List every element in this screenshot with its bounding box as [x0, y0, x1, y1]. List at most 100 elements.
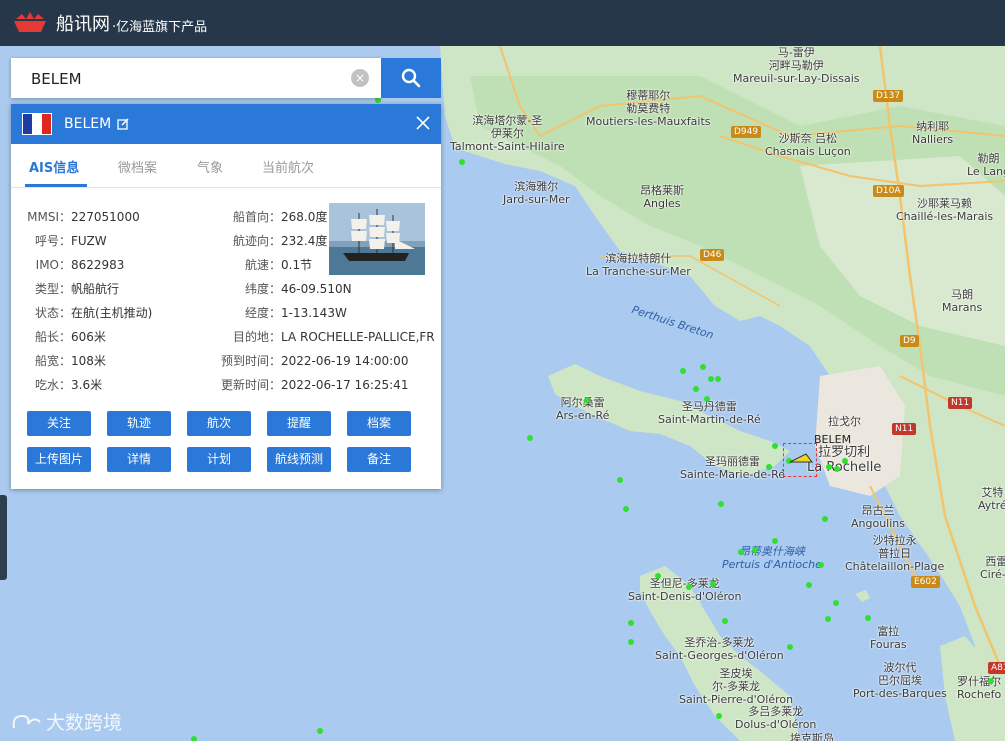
- ship-marker[interactable]: [191, 736, 197, 741]
- action-button[interactable]: 详情: [107, 447, 171, 472]
- ship-marker[interactable]: [988, 678, 994, 684]
- action-button[interactable]: 备注: [347, 447, 411, 472]
- map-label: 滨海塔尔蒙-圣 伊莱尔 Talmont-Saint-Hilaire: [450, 114, 565, 153]
- france-flag-icon: [22, 113, 52, 135]
- tab-micro-archive[interactable]: 微档案: [118, 157, 157, 176]
- road-tag: A83: [988, 662, 1005, 674]
- ship-marker[interactable]: [752, 547, 758, 553]
- ship-marker[interactable]: [710, 581, 716, 587]
- info-row: MMSI：227051000: [23, 208, 140, 225]
- target-ship-icon[interactable]: [786, 448, 816, 470]
- ship-marker[interactable]: [716, 713, 722, 719]
- info-value: 2022-06-17 16:25:41: [281, 378, 409, 392]
- ship-marker[interactable]: [655, 573, 661, 579]
- map-label: 穆蒂耶尔 勒莫费特 Moutiers-les-Mauxfaits: [586, 89, 711, 128]
- ship-photo[interactable]: [329, 203, 425, 275]
- info-row: 纬度：46-09.510N: [209, 280, 352, 297]
- ship-marker[interactable]: [628, 639, 634, 645]
- search-icon: [401, 68, 421, 88]
- info-label: 航速：: [244, 258, 281, 272]
- action-button[interactable]: 航次: [187, 411, 251, 436]
- map-label: 昂格莱斯 Angles: [640, 184, 684, 210]
- info-row: IMO：8622983: [23, 256, 125, 273]
- ship-marker[interactable]: [693, 386, 699, 392]
- action-button[interactable]: 关注: [27, 411, 91, 436]
- map-label: 西雷Ciré-d: [980, 555, 1005, 581]
- info-value: 227051000: [71, 210, 140, 224]
- ship-marker[interactable]: [772, 443, 778, 449]
- ship-marker[interactable]: [722, 618, 728, 624]
- action-button[interactable]: 档案: [347, 411, 411, 436]
- ship-marker[interactable]: [806, 582, 812, 588]
- ship-marker[interactable]: [787, 644, 793, 650]
- panel-header: BELEM: [11, 104, 441, 144]
- tab-current-voyage[interactable]: 当前航次: [262, 157, 314, 176]
- tab-weather[interactable]: 气象: [197, 157, 223, 176]
- road-tag: D10A: [873, 185, 904, 197]
- ship-info-panel: BELEM AIS信息 微档案 气象 当前航次 MMSI：227051000 呼号…: [11, 104, 441, 489]
- active-tab-indicator: [25, 184, 87, 187]
- ship-marker[interactable]: [686, 584, 692, 590]
- info-row: 目的地：LA ROCHELLE-PALLICE,FR: [209, 328, 435, 345]
- ship-marker[interactable]: [818, 562, 824, 568]
- info-label: MMSI：: [27, 210, 71, 224]
- map-label: 勒朗Le Lang: [967, 152, 1005, 178]
- tab-ais-info[interactable]: AIS信息: [29, 157, 79, 176]
- ship-marker[interactable]: [680, 368, 686, 374]
- info-row: 船首向：268.0度: [209, 208, 327, 225]
- ship-marker[interactable]: [715, 376, 721, 382]
- action-button[interactable]: 计划: [187, 447, 251, 472]
- ship-marker[interactable]: [834, 466, 840, 472]
- boat-logo-icon[interactable]: [12, 10, 48, 36]
- ship-marker[interactable]: [865, 615, 871, 621]
- ship-marker[interactable]: [628, 620, 634, 626]
- action-button[interactable]: 上传图片: [27, 447, 91, 472]
- info-label: 航迹向：: [232, 234, 281, 248]
- ship-marker[interactable]: [623, 506, 629, 512]
- ship-marker[interactable]: [822, 516, 828, 522]
- road-tag: D46: [700, 249, 725, 261]
- action-button[interactable]: 轨迹: [107, 411, 171, 436]
- info-label: IMO：: [35, 258, 71, 272]
- ship-marker[interactable]: [772, 538, 778, 544]
- watermark: 大数跨境: [8, 708, 122, 735]
- close-icon[interactable]: [415, 115, 431, 131]
- ship-marker[interactable]: [826, 464, 832, 470]
- map-label: 滨海拉特朗什 La Tranche-sur-Mer: [586, 252, 691, 278]
- info-row: 航速：0.1节: [209, 256, 312, 273]
- brand-name[interactable]: 船讯网: [56, 10, 110, 36]
- ship-marker[interactable]: [718, 501, 724, 507]
- clear-search-icon[interactable]: ×: [351, 69, 369, 87]
- ship-marker[interactable]: [708, 376, 714, 382]
- ship-marker[interactable]: [704, 396, 710, 402]
- info-row: 航迹向：232.4度: [209, 232, 327, 249]
- ship-marker[interactable]: [584, 397, 590, 403]
- ship-marker[interactable]: [833, 600, 839, 606]
- action-button[interactable]: 提醒: [267, 411, 331, 436]
- map-label: 艾特 Aytré: [978, 486, 1005, 512]
- info-row: 船长：606米: [23, 328, 106, 345]
- ship-marker[interactable]: [766, 464, 772, 470]
- ship-marker[interactable]: [842, 458, 848, 464]
- search-button[interactable]: [381, 58, 441, 98]
- side-collapse-handle[interactable]: [0, 495, 7, 580]
- ship-marker[interactable]: [317, 728, 323, 734]
- ship-marker[interactable]: [459, 159, 465, 165]
- map-label: 拉戈尔: [828, 415, 861, 428]
- map-label: 圣但尼-多莱龙 Saint-Denis-d'Oléron: [628, 577, 742, 603]
- action-button[interactable]: 航线预测: [267, 447, 331, 472]
- road-tag: N11: [892, 423, 917, 435]
- ship-marker[interactable]: [825, 616, 831, 622]
- info-label: 船长：: [34, 330, 71, 344]
- info-value: FUZW: [71, 234, 107, 248]
- search-input[interactable]: [11, 58, 363, 100]
- ship-marker[interactable]: [738, 549, 744, 555]
- ship-name: BELEM: [64, 116, 112, 132]
- ship-marker[interactable]: [700, 364, 706, 370]
- road-tag: D137: [873, 90, 904, 102]
- ship-marker[interactable]: [617, 477, 623, 483]
- info-value: 0.1节: [281, 258, 313, 272]
- target-ship-label[interactable]: BELEM: [814, 433, 851, 446]
- ship-marker[interactable]: [527, 435, 533, 441]
- edit-icon[interactable]: [117, 118, 129, 130]
